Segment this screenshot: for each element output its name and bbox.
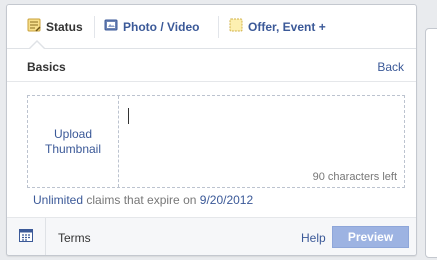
upload-thumbnail-button[interactable]: Upload Thumbnail bbox=[28, 96, 119, 187]
status-icon bbox=[27, 18, 41, 35]
characters-left-counter: 90 characters left bbox=[312, 171, 397, 183]
back-link[interactable]: Back bbox=[377, 60, 404, 74]
terms-link[interactable]: Terms bbox=[58, 231, 91, 245]
composer-footer: Terms Help Preview bbox=[7, 217, 416, 255]
preview-button[interactable]: Preview bbox=[332, 226, 409, 248]
tab-status-label: Status bbox=[46, 19, 83, 34]
photo-video-icon bbox=[104, 18, 118, 35]
help-link[interactable]: Help bbox=[301, 231, 326, 245]
upload-thumbnail-line1: Upload bbox=[53, 126, 93, 141]
section-header: Basics Back bbox=[7, 49, 416, 82]
tab-divider bbox=[94, 16, 95, 38]
tab-offer-event-label: Offer, Event + bbox=[248, 19, 326, 34]
tab-divider bbox=[218, 16, 219, 38]
upload-thumbnail-line2: Thumbnail bbox=[44, 141, 102, 156]
calendar-button[interactable] bbox=[7, 218, 46, 255]
expiry-date-link[interactable]: 9/20/2012 bbox=[200, 193, 253, 207]
adjacent-panel bbox=[425, 28, 437, 258]
section-title: Basics bbox=[27, 60, 66, 74]
offer-text-input[interactable]: 90 characters left bbox=[120, 96, 404, 187]
offer-composer: Status Photo / Video Offer, Event + Basi… bbox=[6, 4, 417, 256]
tab-photo-video-label: Photo / Video bbox=[123, 19, 200, 34]
offer-editor: Upload Thumbnail 90 characters left bbox=[27, 95, 405, 188]
active-tab-caret-inner bbox=[30, 42, 44, 49]
claims-expiry-text: claims that expire on bbox=[86, 193, 197, 207]
claims-limit-link[interactable]: Unlimited bbox=[33, 193, 83, 207]
tab-photo-video[interactable]: Photo / Video bbox=[104, 5, 199, 48]
tab-offer-event[interactable]: Offer, Event + bbox=[229, 5, 326, 48]
claims-expiry-line: Unlimited claims that expire on 9/20/201… bbox=[33, 193, 253, 207]
composer-tabs: Status Photo / Video Offer, Event + bbox=[7, 5, 416, 49]
offer-event-icon bbox=[229, 18, 243, 35]
text-cursor bbox=[128, 108, 129, 124]
calendar-icon bbox=[19, 228, 33, 245]
